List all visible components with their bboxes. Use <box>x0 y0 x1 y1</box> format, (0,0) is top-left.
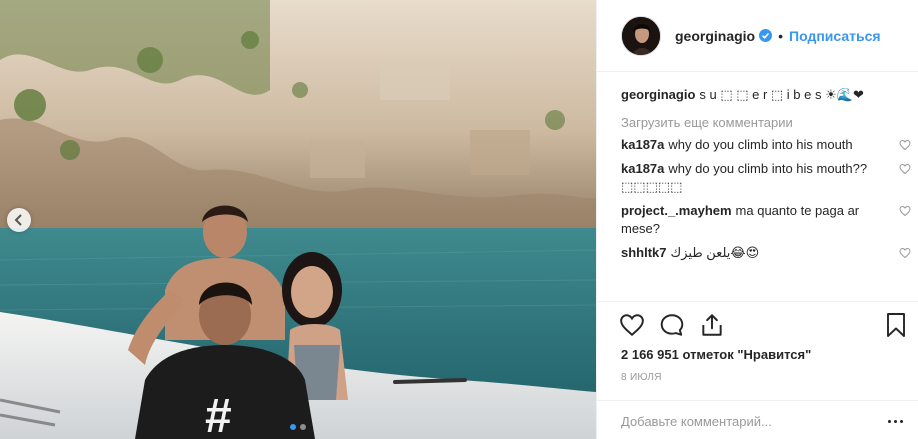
carousel-indicator <box>0 424 596 430</box>
bookmark-icon[interactable] <box>885 312 907 338</box>
avatar[interactable] <box>621 15 661 56</box>
comment-username[interactable]: shhltk7 <box>621 245 667 260</box>
follow-button[interactable]: Подписаться <box>789 28 881 44</box>
chevron-left-icon <box>14 214 22 226</box>
carousel-dot-active <box>290 424 296 430</box>
comment-item: ka187a why do you climb into his mouth <box>621 136 911 154</box>
comment-like-icon[interactable] <box>899 247 911 259</box>
comment-item: shhltk7 يلعن طيزك😂😍 <box>621 244 911 262</box>
comment-like-icon[interactable] <box>899 163 911 175</box>
add-comment-bar <box>597 400 918 439</box>
likes-count[interactable]: 2 166 951 отметок "Нравится" <box>621 347 811 362</box>
more-dot-icon <box>899 419 903 423</box>
comments-list: georginagio s u ⬚ ⬚ e r ⬚ i b e s ☀🌊❤ Заг… <box>621 86 911 262</box>
post-photo[interactable]: # <box>0 0 596 439</box>
comment-like-icon[interactable] <box>899 139 911 151</box>
verified-badge-icon <box>759 29 773 42</box>
comment-input[interactable] <box>621 411 871 431</box>
caption-text: s u ⬚ ⬚ e r ⬚ i b e s ☀🌊❤ <box>699 87 864 102</box>
post-side-panel: georginagio • Подписаться georginagio s u… <box>596 0 918 439</box>
caption: georginagio s u ⬚ ⬚ e r ⬚ i b e s ☀🌊❤ <box>621 86 911 104</box>
more-dot-icon <box>887 419 891 423</box>
comment-text: why do you climb into his mouth <box>668 137 853 152</box>
more-options-button[interactable] <box>885 413 905 429</box>
caption-username[interactable]: georginagio <box>621 87 695 102</box>
post-date[interactable]: 8 июля <box>621 372 662 383</box>
comment-item: project._.mayhem ma quanto te paga ar mes… <box>621 202 911 238</box>
like-heart-icon[interactable] <box>619 312 645 338</box>
comment-text: يلعن طيزك😂😍 <box>670 245 760 260</box>
post-header: georginagio • Подписаться <box>597 0 918 72</box>
comment-bubble-icon[interactable] <box>659 312 685 338</box>
carousel-dot <box>300 424 306 430</box>
post-photo-image: # <box>0 0 596 439</box>
load-more-comments-button[interactable]: Загрузить еще комментарии <box>621 115 911 130</box>
comment-like-icon[interactable] <box>899 205 911 217</box>
comment-username[interactable]: project._.mayhem <box>621 203 732 218</box>
header-username[interactable]: georginagio <box>675 28 755 44</box>
action-icon-row <box>619 312 725 338</box>
comment-username[interactable]: ka187a <box>621 161 664 176</box>
share-icon[interactable] <box>699 312 725 338</box>
comment-item: ka187a why do you climb into his mouth??⬚… <box>621 160 911 196</box>
header-separator: • <box>778 27 784 44</box>
carousel-prev-button[interactable] <box>7 208 31 232</box>
more-dot-icon <box>893 419 897 423</box>
comment-username[interactable]: ka187a <box>621 137 664 152</box>
post-actions: 2 166 951 отметок "Нравится" 8 июля <box>597 301 918 439</box>
avatar-image <box>622 16 660 55</box>
svg-text:#: # <box>205 390 232 439</box>
